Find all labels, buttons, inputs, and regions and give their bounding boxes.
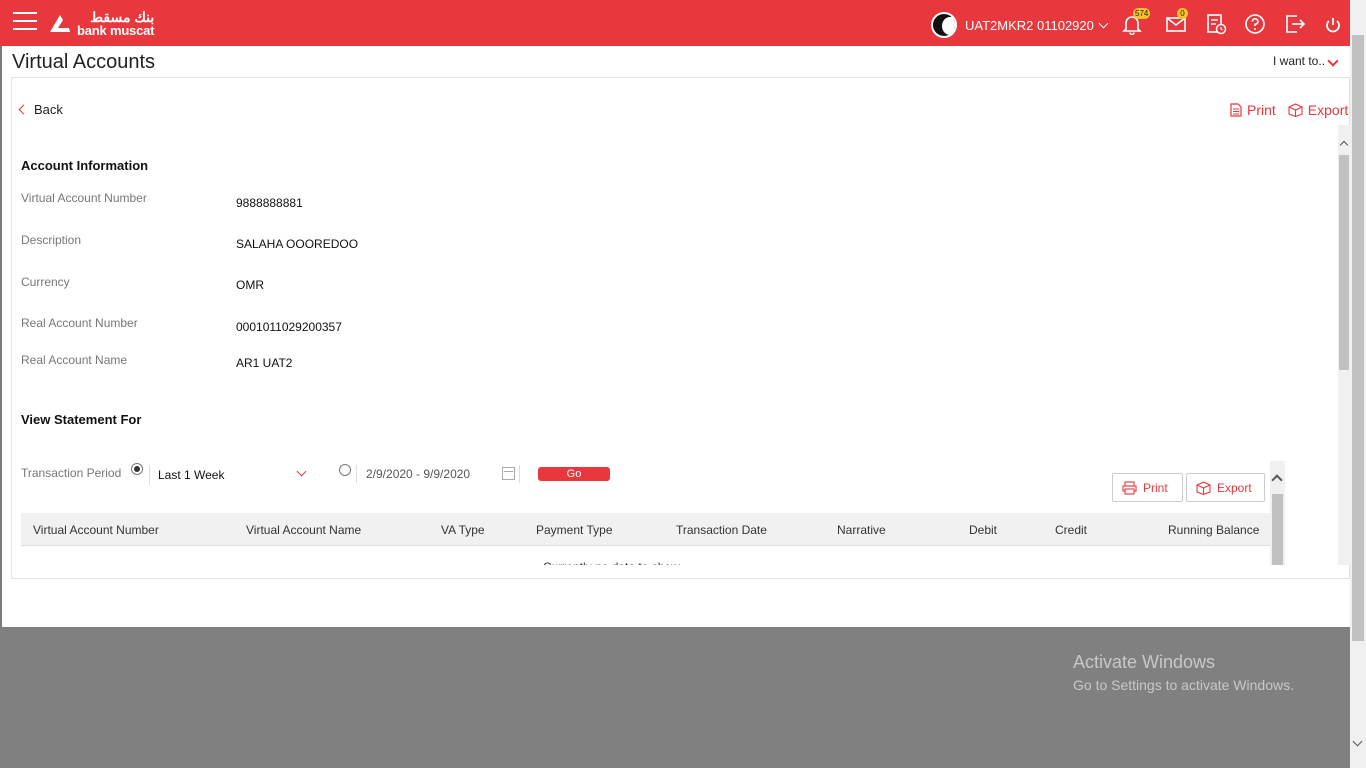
column-header[interactable]: Running Balance — [1168, 523, 1259, 537]
calendar-icon[interactable] — [502, 467, 515, 480]
page-overlay — [0, 627, 1350, 768]
column-header[interactable]: Virtual Account Name — [246, 523, 361, 537]
table-export-label: Export — [1217, 480, 1252, 495]
divider — [519, 465, 520, 483]
i-want-to-label: I want to.. — [1273, 54, 1326, 68]
period-select-value: Last 1 Week — [158, 468, 225, 482]
export-label: Export — [1307, 102, 1349, 118]
back-label: Back — [34, 102, 63, 117]
notifications-bell-icon[interactable]: 574 — [1121, 8, 1151, 36]
date-range-radio[interactable] — [339, 464, 351, 476]
bank-logo[interactable]: بنك مسقط bank muscat — [47, 9, 154, 39]
column-header[interactable]: VA Type — [441, 523, 485, 537]
table-print-label: Print — [1143, 480, 1168, 495]
field-label: Description — [21, 233, 82, 247]
export-button[interactable]: Export — [1288, 102, 1348, 118]
activation-subtitle: Go to Settings to activate Windows. — [1073, 677, 1294, 693]
period-preset-radio[interactable] — [131, 463, 143, 475]
period-select[interactable]: Last 1 Week — [149, 465, 311, 485]
column-header[interactable]: Credit — [1055, 523, 1087, 537]
page-actions: Print Export — [1230, 102, 1360, 118]
box-icon — [1196, 480, 1211, 495]
field-label: Real Account Name — [21, 353, 128, 367]
chevron-down-icon[interactable] — [1352, 736, 1363, 747]
chevron-up-icon[interactable] — [1339, 140, 1349, 150]
chevron-down-icon — [296, 466, 307, 477]
windows-activation-watermark: Activate Windows Go to Settings to activ… — [1073, 652, 1294, 693]
print-label: Print — [1247, 102, 1276, 118]
help-icon[interactable] — [1244, 13, 1266, 35]
column-header[interactable]: Debit — [969, 523, 997, 537]
mail-icon[interactable]: 0 — [1165, 8, 1188, 35]
logout-icon[interactable] — [1284, 13, 1306, 35]
bank-logo-icon — [47, 11, 73, 37]
currency-value: OMR — [236, 278, 264, 292]
chevron-down-icon — [1098, 18, 1109, 28]
user-menu[interactable]: UAT2MKR2 01102920 — [931, 12, 1109, 38]
table-print-button[interactable]: Print — [1112, 473, 1183, 502]
user-avatar — [931, 12, 957, 38]
real-account-number-value: 0001011029200357 — [236, 320, 342, 334]
go-button[interactable]: Go — [538, 467, 610, 481]
transaction-period-label: Transaction Period — [21, 466, 122, 480]
column-header[interactable]: Narrative — [837, 523, 886, 537]
chevron-down-icon — [1327, 55, 1339, 67]
scrollbar-thumb[interactable] — [1352, 35, 1364, 641]
real-account-name-value: AR1 UAT2 — [236, 356, 293, 370]
document-icon — [1230, 103, 1242, 117]
notifications-badge: 574 — [1133, 8, 1151, 19]
scrollbar-thumb[interactable] — [1272, 494, 1283, 565]
no-data-message: Currently no data to show — [543, 560, 680, 565]
statement-table-header: Virtual Account Number Virtual Account N… — [21, 513, 1270, 546]
content-panel — [11, 77, 1350, 579]
back-button[interactable]: Back — [18, 102, 63, 117]
menu-icon[interactable] — [13, 12, 37, 32]
description-value: SALAHA OOOREDOO — [236, 237, 359, 251]
field-label: Real Account Number — [21, 316, 138, 330]
logo-english-text: bank muscat — [77, 23, 155, 38]
table-export-button[interactable]: Export — [1186, 473, 1265, 502]
scrollbar-thumb[interactable] — [1339, 155, 1349, 370]
i-want-to-dropdown[interactable]: I want to.. — [1273, 54, 1339, 68]
chevron-left-icon — [18, 104, 29, 115]
field-label: Currency — [21, 275, 70, 289]
top-bar: بنك مسقط bank muscat UAT2MKR2 01102920 5… — [0, 0, 1350, 46]
box-icon — [1288, 103, 1303, 117]
mail-badge: 0 — [1177, 8, 1188, 19]
column-header[interactable]: Virtual Account Number — [33, 523, 159, 537]
column-header[interactable]: Payment Type — [536, 523, 613, 537]
chevron-up-icon[interactable] — [1271, 474, 1283, 486]
printer-icon — [1122, 480, 1137, 495]
account-information-heading: Account Information — [21, 158, 149, 173]
table-scrollbar[interactable] — [1270, 461, 1285, 565]
column-header[interactable]: Transaction Date — [676, 523, 767, 537]
print-button[interactable]: Print — [1230, 102, 1276, 118]
page-scrollbar[interactable] — [1350, 0, 1366, 768]
panel-scrollbar[interactable] — [1338, 125, 1350, 565]
divider — [356, 465, 357, 483]
field-label: Virtual Account Number — [21, 191, 147, 205]
date-range-input[interactable]: 2/9/2020 - 9/9/2020 — [366, 467, 470, 481]
view-statement-heading: View Statement For — [21, 412, 142, 427]
left-border — [0, 46, 2, 627]
reports-icon[interactable] — [1205, 13, 1227, 35]
power-icon[interactable] — [1322, 13, 1344, 35]
virtual-account-number-value: 9888888881 — [236, 196, 303, 210]
activation-title: Activate Windows — [1073, 652, 1216, 672]
user-name: UAT2MKR2 01102920 — [965, 17, 1094, 33]
page-title: Virtual Accounts — [12, 51, 156, 73]
